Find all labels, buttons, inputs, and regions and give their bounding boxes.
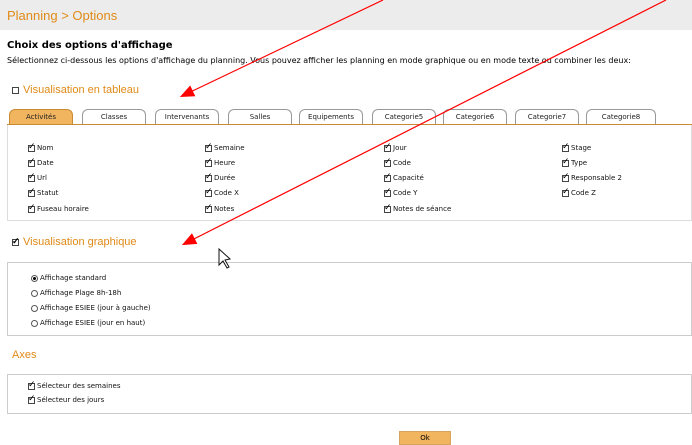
annotation-overlay — [179, 0, 667, 269]
annotation-arrow — [181, 0, 667, 246]
cursor-icon — [218, 247, 232, 269]
annotation-arrow — [179, 0, 384, 98]
